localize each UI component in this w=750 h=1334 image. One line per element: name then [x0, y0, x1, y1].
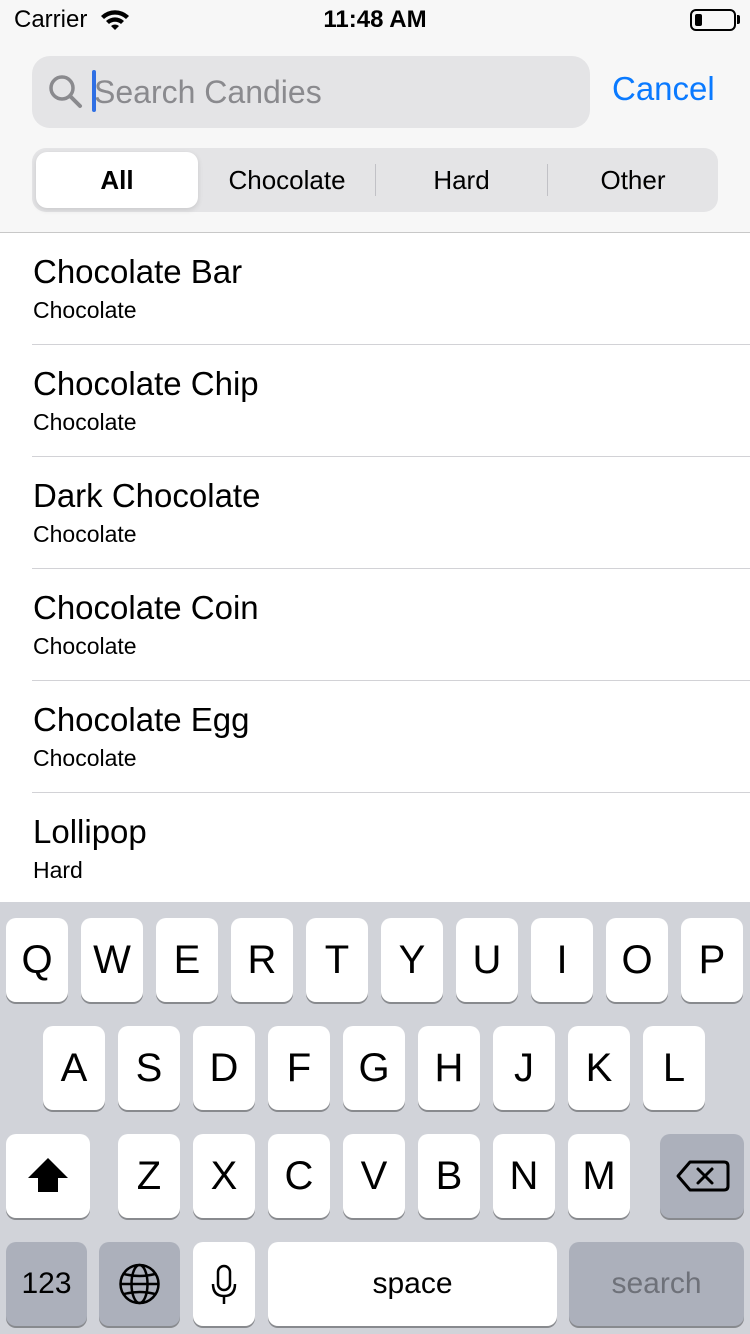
list-item[interactable]: Chocolate Egg Chocolate: [0, 681, 750, 793]
key-j[interactable]: J: [493, 1026, 555, 1110]
candy-category: Chocolate: [33, 633, 137, 659]
search-input[interactable]: [94, 70, 574, 114]
list-item[interactable]: Chocolate Chip Chocolate: [0, 345, 750, 457]
candy-name: Chocolate Bar: [33, 253, 243, 290]
key-y[interactable]: Y: [381, 918, 443, 1002]
list-item[interactable]: Chocolate Bar Chocolate: [0, 233, 750, 345]
key-n[interactable]: N: [493, 1134, 555, 1218]
navigation-header: Carrier 11:48 AM Cancel All Chocolate Ha…: [0, 0, 750, 233]
key-a[interactable]: A: [43, 1026, 105, 1110]
list-item[interactable]: Dark Chocolate Chocolate: [0, 457, 750, 569]
battery-level-fill: [695, 14, 702, 26]
key-x[interactable]: X: [193, 1134, 255, 1218]
globe-key[interactable]: [99, 1242, 180, 1326]
list-item[interactable]: Chocolate Coin Chocolate: [0, 569, 750, 681]
key-p[interactable]: P: [681, 918, 743, 1002]
key-e[interactable]: E: [156, 918, 218, 1002]
status-bar: Carrier 11:48 AM: [0, 0, 750, 40]
key-t[interactable]: T: [306, 918, 368, 1002]
key-w[interactable]: W: [81, 918, 143, 1002]
candy-name: Lollipop: [33, 813, 147, 850]
key-s[interactable]: S: [118, 1026, 180, 1110]
text-cursor: [92, 70, 96, 112]
scope-segmented-control: All Chocolate Hard Other: [32, 148, 718, 212]
candy-category: Chocolate: [33, 521, 137, 547]
search-icon: [49, 75, 82, 108]
key-q[interactable]: Q: [6, 918, 68, 1002]
candy-category: Hard: [33, 857, 83, 883]
candy-name: Dark Chocolate: [33, 477, 261, 514]
segment-other[interactable]: Other: [548, 152, 718, 208]
search-key[interactable]: search: [569, 1242, 744, 1326]
segment-hard[interactable]: Hard: [376, 152, 547, 208]
battery-icon: [690, 9, 736, 31]
key-f[interactable]: F: [268, 1026, 330, 1110]
status-time: 11:48 AM: [323, 6, 427, 33]
list-item[interactable]: Lollipop Hard: [0, 793, 750, 905]
backspace-icon: [676, 1160, 730, 1192]
key-h[interactable]: H: [418, 1026, 480, 1110]
key-v[interactable]: V: [343, 1134, 405, 1218]
search-field[interactable]: [32, 56, 590, 128]
key-d[interactable]: D: [193, 1026, 255, 1110]
shift-icon: [28, 1158, 68, 1192]
shift-key[interactable]: [6, 1134, 90, 1218]
battery-cap: [737, 15, 740, 24]
candy-name: Chocolate Chip: [33, 365, 259, 402]
segment-all[interactable]: All: [36, 152, 198, 208]
key-u[interactable]: U: [456, 918, 518, 1002]
key-k[interactable]: K: [568, 1026, 630, 1110]
key-c[interactable]: C: [268, 1134, 330, 1218]
microphone-key[interactable]: [193, 1242, 255, 1326]
keyboard: Q W E R T Y U I O P A S D F G H J K L Z …: [0, 902, 750, 1334]
key-z[interactable]: Z: [118, 1134, 180, 1218]
key-b[interactable]: B: [418, 1134, 480, 1218]
candy-category: Chocolate: [33, 745, 137, 771]
globe-icon: [119, 1263, 160, 1305]
key-r[interactable]: R: [231, 918, 293, 1002]
numbers-key[interactable]: 123: [6, 1242, 87, 1326]
space-key[interactable]: space: [268, 1242, 557, 1326]
candy-category: Chocolate: [33, 409, 137, 435]
candy-name: Chocolate Egg: [33, 701, 250, 738]
segment-chocolate[interactable]: Chocolate: [202, 152, 372, 208]
microphone-icon: [211, 1264, 237, 1304]
key-l[interactable]: L: [643, 1026, 705, 1110]
candy-category: Chocolate: [33, 297, 137, 323]
key-i[interactable]: I: [531, 918, 593, 1002]
candy-name: Chocolate Coin: [33, 589, 259, 626]
backspace-key[interactable]: [660, 1134, 744, 1218]
key-o[interactable]: O: [606, 918, 668, 1002]
key-m[interactable]: M: [568, 1134, 630, 1218]
cancel-button[interactable]: Cancel: [612, 70, 715, 108]
key-g[interactable]: G: [343, 1026, 405, 1110]
